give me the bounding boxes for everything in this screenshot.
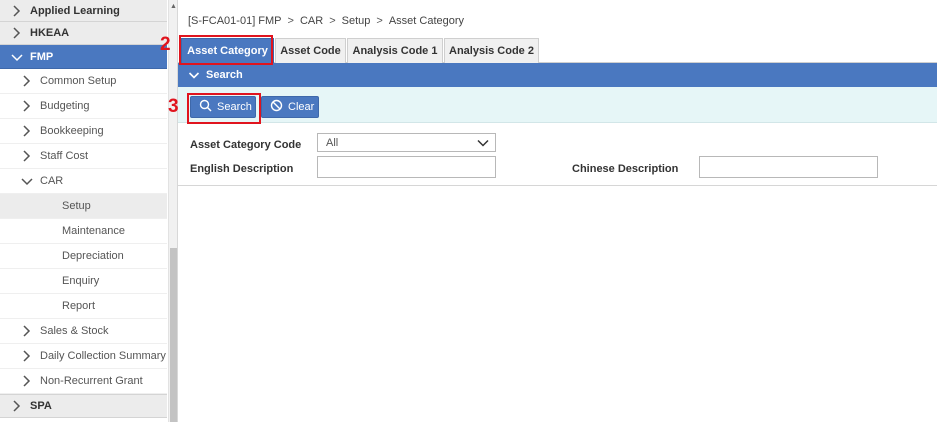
scrollbar-thumb[interactable]	[170, 248, 177, 422]
step-marker-3: 3	[168, 96, 179, 117]
search-panel-header[interactable]: Search	[178, 63, 937, 87]
english-description-input[interactable]	[317, 156, 496, 178]
chevron-right-icon	[10, 26, 24, 40]
breadcrumb-item-car: CAR	[299, 15, 324, 27]
chevron-right-icon	[10, 4, 24, 18]
asset-category-code-value: All	[326, 136, 339, 149]
sidebar-item-setup[interactable]: Setup	[0, 194, 167, 219]
sidebar-item-non-recurrent-grant[interactable]: Non-Recurrent Grant	[0, 369, 167, 394]
chevron-right-icon	[20, 74, 34, 88]
breadcrumb-separator: >	[287, 15, 294, 27]
chinese-description-input[interactable]	[699, 156, 878, 178]
sidebar-item-spa[interactable]: SPA	[0, 394, 167, 418]
sidebar-item-depreciation[interactable]: Depreciation	[0, 244, 167, 269]
breadcrumb-item-module: [S-FCA01-01] FMP	[188, 15, 282, 27]
search-button-strip: Search Clear	[178, 87, 937, 123]
sidebar-item-staff-cost[interactable]: Staff Cost	[0, 144, 167, 169]
sidebar-menu: Applied Learning HKEAA FMP Common Setup …	[0, 0, 167, 418]
sidebar-item-applied-learning[interactable]: Applied Learning	[0, 0, 167, 22]
tab-highlight-box	[179, 35, 273, 65]
sidebar-item-maintenance[interactable]: Maintenance	[0, 219, 167, 244]
chevron-right-icon	[10, 399, 24, 413]
tab-bar: Asset Category Asset Code Analysis Code …	[178, 34, 937, 63]
sidebar-item-budgeting[interactable]: Budgeting	[0, 94, 167, 119]
chevron-right-icon	[20, 349, 34, 363]
breadcrumb: [S-FCA01-01] FMP > CAR > Setup > Asset C…	[188, 15, 464, 27]
tab-analysis-code-1[interactable]: Analysis Code 1	[347, 38, 443, 63]
search-button-highlight-box	[187, 93, 261, 124]
tab-asset-code[interactable]: Asset Code	[275, 38, 346, 63]
scroll-up-arrow-icon[interactable]: ▲	[169, 2, 177, 11]
main-content: [S-FCA01-01] FMP > CAR > Setup > Asset C…	[178, 0, 937, 422]
sidebar-item-daily-collection-summary[interactable]: Daily Collection Summary	[0, 344, 167, 369]
clear-button-label: Clear	[288, 101, 315, 113]
search-form: Asset Category Code All English Descript…	[178, 123, 937, 186]
chinese-description-label: Chinese Description	[572, 163, 679, 175]
step-marker-2: 2	[160, 34, 171, 55]
sidebar-item-car[interactable]: CAR	[0, 169, 167, 194]
chevron-right-icon	[20, 99, 34, 113]
sidebar-scrollbar[interactable]: ▲	[168, 0, 177, 422]
sidebar-item-report[interactable]: Report	[0, 294, 167, 319]
breadcrumb-separator: >	[376, 15, 383, 27]
no-entry-icon	[270, 99, 283, 115]
chevron-right-icon	[20, 149, 34, 163]
chevron-right-icon	[20, 324, 34, 338]
english-description-label: English Description	[190, 163, 294, 175]
sidebar-item-enquiry[interactable]: Enquiry	[0, 269, 167, 294]
sidebar-item-bookkeeping[interactable]: Bookkeeping	[0, 119, 167, 144]
chevron-right-icon	[20, 124, 34, 138]
sidebar-item-hkeaa[interactable]: HKEAA	[0, 22, 167, 45]
sidebar-item-sales-stock[interactable]: Sales & Stock	[0, 319, 167, 344]
tab-analysis-code-2[interactable]: Analysis Code 2	[444, 38, 539, 63]
breadcrumb-item-current: Asset Category	[388, 15, 465, 27]
chevron-right-icon	[20, 374, 34, 388]
breadcrumb-item-setup: Setup	[341, 15, 371, 27]
sidebar-item-common-setup[interactable]: Common Setup	[0, 69, 167, 94]
clear-button[interactable]: Clear	[261, 96, 319, 118]
chevron-down-icon	[188, 69, 200, 81]
search-panel-title: Search	[206, 69, 243, 81]
breadcrumb-separator: >	[329, 15, 336, 27]
chevron-down-icon	[477, 137, 489, 149]
sidebar-nav: Applied Learning HKEAA FMP Common Setup …	[0, 0, 178, 422]
chevron-down-icon	[10, 50, 24, 64]
asset-category-code-label: Asset Category Code	[190, 139, 302, 151]
sidebar-item-fmp[interactable]: FMP	[0, 45, 167, 69]
asset-category-code-select[interactable]: All	[317, 133, 496, 152]
chevron-down-icon	[20, 174, 34, 188]
